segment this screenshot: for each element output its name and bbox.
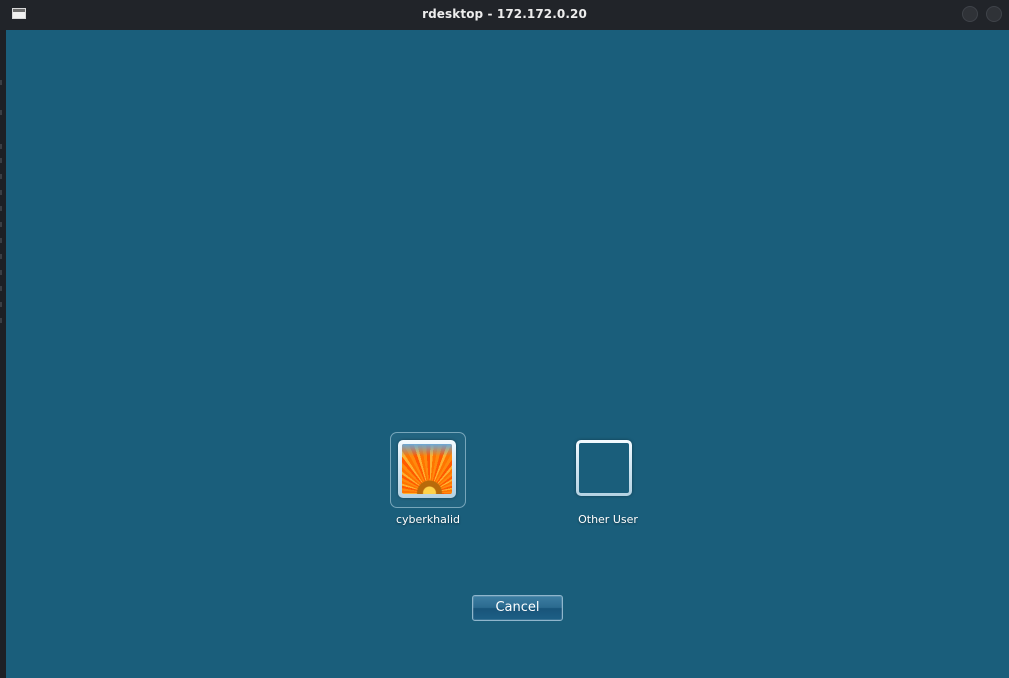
avatar-frame xyxy=(398,440,456,498)
window-title: rdesktop - 172.172.0.20 xyxy=(422,7,587,21)
orange-flower-icon xyxy=(402,444,452,494)
blank-user-icon xyxy=(579,443,629,493)
login-screen: cyberkhalid Other User Cancel xyxy=(6,30,1009,678)
user-tile-cyberkhalid[interactable] xyxy=(390,432,466,508)
close-button[interactable] xyxy=(986,6,1002,22)
user-tile-other-user[interactable] xyxy=(576,440,636,500)
avatar-frame xyxy=(576,440,632,496)
rdesktop-window: rdesktop - 172.172.0.20 cyberkhalid Othe… xyxy=(0,0,1009,678)
user-name-cyberkhalid[interactable]: cyberkhalid xyxy=(358,513,498,526)
user-name-other-user[interactable]: Other User xyxy=(538,513,678,526)
cancel-button[interactable]: Cancel xyxy=(472,595,563,621)
minimize-button[interactable] xyxy=(962,6,978,22)
window-titlebar[interactable]: rdesktop - 172.172.0.20 xyxy=(0,0,1009,30)
